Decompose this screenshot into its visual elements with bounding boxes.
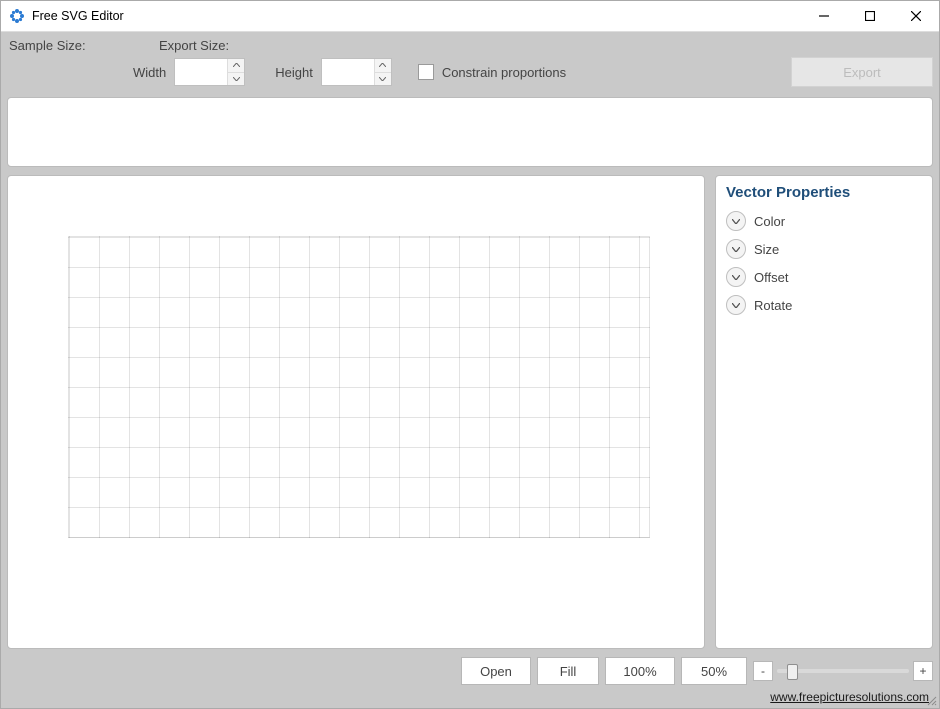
chevron-down-icon[interactable]: [726, 295, 746, 315]
property-offset[interactable]: Offset: [726, 267, 922, 287]
zoom-slider[interactable]: [777, 669, 909, 673]
property-label: Rotate: [754, 298, 792, 313]
export-toolbar: Sample Size: Export Size: Width Height: [1, 32, 939, 91]
checkbox-box[interactable]: [418, 64, 434, 80]
property-label: Size: [754, 242, 779, 257]
zoom-in-button[interactable]: +: [913, 661, 933, 681]
app-icon: [9, 8, 25, 24]
chevron-down-icon[interactable]: [726, 211, 746, 231]
open-button[interactable]: Open: [461, 657, 531, 685]
property-label: Color: [754, 214, 785, 229]
width-spinbox[interactable]: [174, 58, 245, 86]
height-step-up[interactable]: [375, 59, 391, 73]
app-window: Free SVG Editor Sample Size: Export Size…: [0, 0, 940, 709]
zoom-out-button[interactable]: -: [753, 661, 773, 681]
canvas-grid: [68, 236, 650, 538]
property-rotate[interactable]: Rotate: [726, 295, 922, 315]
export-size-label: Export Size:: [159, 38, 229, 53]
property-color[interactable]: Color: [726, 211, 922, 231]
chevron-down-icon[interactable]: [726, 267, 746, 287]
titlebar: Free SVG Editor: [1, 1, 939, 32]
maximize-button[interactable]: [847, 1, 893, 31]
height-step-down[interactable]: [375, 73, 391, 86]
width-step-down[interactable]: [228, 73, 244, 86]
fill-button[interactable]: Fill: [537, 657, 599, 685]
sample-size-label: Sample Size:: [9, 38, 119, 53]
zoom-50-button[interactable]: 50%: [681, 657, 747, 685]
constrain-label: Constrain proportions: [442, 65, 566, 80]
minimize-button[interactable]: [801, 1, 847, 31]
constrain-proportions-checkbox[interactable]: Constrain proportions: [418, 64, 566, 80]
thumbnail-strip: [7, 97, 933, 167]
width-input[interactable]: [175, 59, 227, 85]
export-button[interactable]: Export: [791, 57, 933, 87]
properties-panel: Vector Properties Color Size Offset Rota…: [715, 175, 933, 649]
width-step-up[interactable]: [228, 59, 244, 73]
width-label: Width: [133, 65, 166, 80]
footer: www.freepicturesolutions.com: [1, 689, 939, 708]
resize-grip-icon[interactable]: [925, 694, 937, 706]
canvas-pane[interactable]: [7, 175, 705, 649]
chevron-down-icon[interactable]: [726, 239, 746, 259]
zoom-100-button[interactable]: 100%: [605, 657, 675, 685]
height-input[interactable]: [322, 59, 374, 85]
height-spinbox[interactable]: [321, 58, 392, 86]
zoom-slider-thumb[interactable]: [787, 664, 798, 680]
property-label: Offset: [754, 270, 788, 285]
zoom-toolbar: Open Fill 100% 50% - +: [1, 649, 939, 689]
height-label: Height: [275, 65, 313, 80]
website-link[interactable]: www.freepicturesolutions.com: [770, 690, 929, 704]
close-button[interactable]: [893, 1, 939, 31]
app-title: Free SVG Editor: [32, 9, 124, 23]
properties-heading: Vector Properties: [726, 184, 922, 201]
property-size[interactable]: Size: [726, 239, 922, 259]
